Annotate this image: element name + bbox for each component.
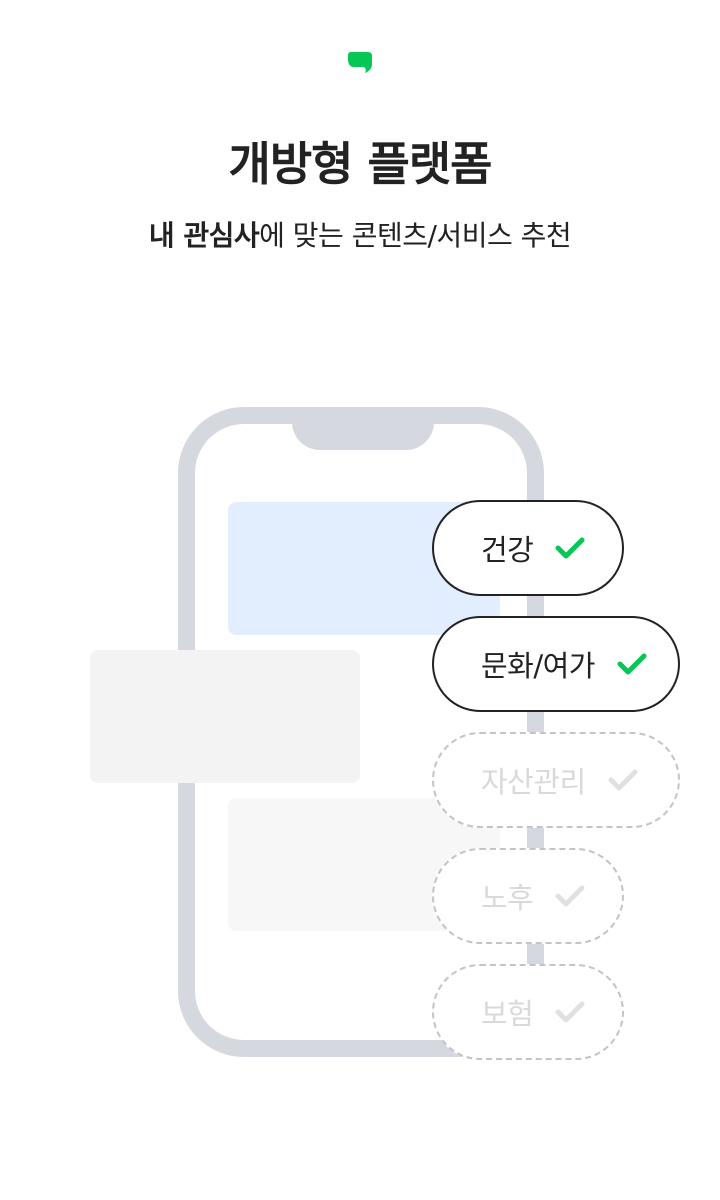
content-card-faded: [90, 650, 360, 783]
logo-icon: [348, 52, 372, 73]
interest-chip-culture-leisure[interactable]: 문화/여가: [432, 616, 680, 712]
chip-label: 문화/여가: [481, 649, 596, 683]
check-icon: [555, 885, 585, 907]
chip-label: 보험: [481, 997, 534, 1031]
phone-notch: [292, 420, 434, 450]
subtitle-highlight: 내 관심사: [148, 219, 260, 252]
check-icon: [608, 769, 638, 791]
interest-chip-insurance[interactable]: 보험: [432, 964, 624, 1060]
subtitle-text: 에 맞는 콘텐츠/서비스 추천: [259, 219, 572, 252]
check-icon: [555, 537, 585, 559]
chip-label: 노후: [481, 881, 534, 915]
check-icon: [617, 653, 647, 675]
interest-chip-health[interactable]: 건강: [432, 500, 624, 596]
page-title: 개방형 플랫폼: [228, 137, 493, 191]
chip-label: 건강: [481, 533, 534, 567]
check-icon: [555, 1001, 585, 1023]
interest-chip-asset-management[interactable]: 자산관리: [432, 732, 680, 828]
chip-label: 자산관리: [481, 765, 586, 799]
page-subtitle: 내 관심사에 맞는 콘텐츠/서비스 추천: [0, 214, 720, 254]
interest-chip-retirement[interactable]: 노후: [432, 848, 624, 944]
